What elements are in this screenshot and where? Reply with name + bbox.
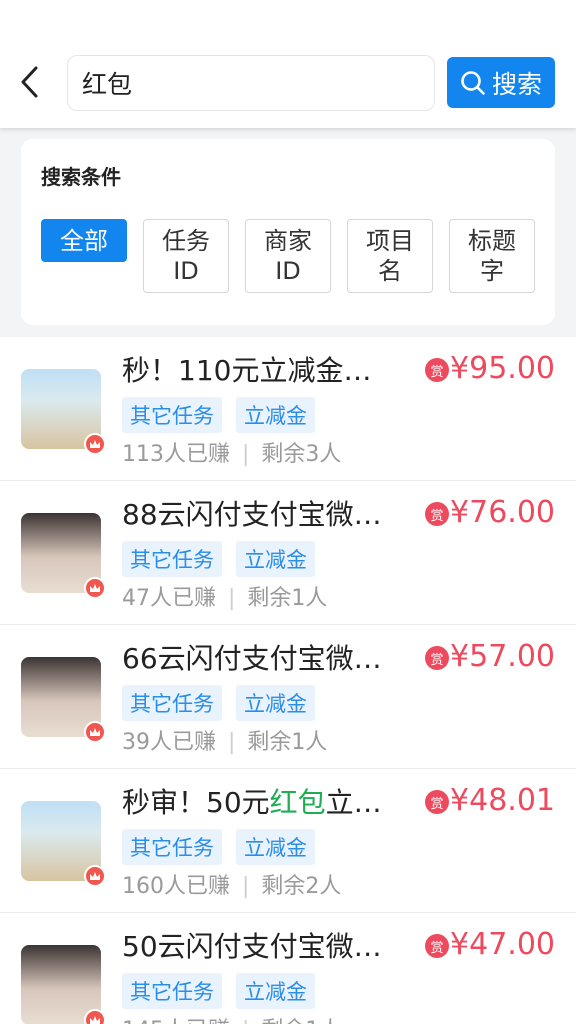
chevron-left-icon [21, 66, 38, 98]
reward-badge: 赏 [425, 646, 449, 670]
back-button[interactable] [14, 62, 46, 102]
task-stats: 39人已赚 | 剩余1人 [122, 730, 328, 755]
task-remaining-count: 剩余1人 [261, 1018, 341, 1024]
task-remaining-count: 剩余3人 [261, 442, 342, 467]
task-title: 66云闪付支付宝微… [122, 642, 382, 675]
search-conditions-card: 搜索条件 全部 任务 ID 商家 ID 项目名 标题字 [21, 139, 555, 325]
task-tag-type: 立减金 [236, 973, 315, 1009]
task-title: 秒！110元立减金… [122, 354, 372, 387]
task-title: 88云闪付支付宝微… [122, 498, 382, 531]
task-reward-price: ¥48.01 [450, 783, 555, 818]
task-reward-price: ¥57.00 [450, 639, 555, 674]
task-tag-category: 其它任务 [122, 829, 222, 865]
task-reward-price: ¥95.00 [450, 351, 555, 386]
task-list-item[interactable]: 66云闪付支付宝微… 其它任务 立减金 39人已赚 | 剩余1人 赏 ¥57.00 [0, 625, 576, 769]
search-conditions-title: 搜索条件 [41, 165, 121, 189]
reward-badge: 赏 [425, 934, 449, 958]
filter-chip-merchant-id[interactable]: 商家 ID [245, 219, 331, 293]
search-button[interactable]: 搜索 [447, 57, 555, 108]
task-stats: 160人已赚 | 剩余2人 [122, 874, 342, 899]
task-list-item[interactable]: 秒！110元立减金… 其它任务 立减金 113人已赚 | 剩余3人 赏 ¥95.00 [0, 337, 576, 481]
task-earned-count: 39人已赚 [122, 730, 216, 755]
task-tag-type: 立减金 [236, 685, 315, 721]
task-reward-price: ¥76.00 [450, 495, 555, 530]
task-title: 50云闪付支付宝微… [122, 930, 382, 963]
crown-icon [84, 1009, 106, 1024]
filter-chip-all[interactable]: 全部 [41, 219, 127, 262]
task-earned-count: 145人已赚 [122, 1018, 230, 1024]
search-input-value: 红包 [82, 70, 133, 99]
task-tag-category: 其它任务 [122, 685, 222, 721]
task-reward-price: ¥47.00 [450, 927, 555, 962]
task-tag-category: 其它任务 [122, 973, 222, 1009]
task-list: 秒！110元立减金… 其它任务 立减金 113人已赚 | 剩余3人 赏 ¥95.00… [0, 337, 576, 1024]
task-list-item[interactable]: 88云闪付支付宝微… 其它任务 立减金 47人已赚 | 剩余1人 赏 ¥76.00 [0, 481, 576, 625]
task-remaining-count: 剩余2人 [261, 874, 342, 899]
search-input[interactable]: 红包 [67, 55, 435, 111]
task-earned-count: 160人已赚 [122, 874, 230, 899]
top-bar: 红包 搜索 [0, 0, 576, 128]
task-remaining-count: 剩余1人 [247, 730, 328, 755]
reward-badge: 赏 [425, 358, 449, 382]
task-tag-category: 其它任务 [122, 541, 222, 577]
crown-icon [84, 721, 106, 743]
search-icon [461, 70, 485, 95]
task-earned-count: 47人已赚 [122, 586, 216, 611]
task-earned-count: 113人已赚 [122, 442, 230, 467]
task-stats: 113人已赚 | 剩余3人 [122, 442, 342, 467]
task-list-item[interactable]: 秒审！50元红包立… 其它任务 立减金 160人已赚 | 剩余2人 赏 ¥48.01 [0, 769, 576, 913]
reward-badge: 赏 [425, 790, 449, 814]
task-list-item[interactable]: 50云闪付支付宝微… 其它任务 立减金 145人已赚|剩余1人 赏 ¥47.00 [0, 913, 576, 1024]
reward-badge: 赏 [425, 502, 449, 526]
task-tag-type: 立减金 [236, 541, 315, 577]
crown-icon [84, 433, 106, 455]
filter-chip-project-name[interactable]: 项目名 [347, 219, 433, 293]
task-remaining-count: 剩余1人 [247, 586, 328, 611]
filter-chip-title-keyword[interactable]: 标题字 [449, 219, 535, 293]
task-stats: 47人已赚 | 剩余1人 [122, 586, 328, 611]
task-tag-type: 立减金 [236, 397, 315, 433]
crown-icon [84, 865, 106, 887]
task-stats: 145人已赚|剩余1人 [122, 1015, 341, 1024]
search-button-label: 搜索 [491, 69, 542, 99]
task-tag-category: 其它任务 [122, 397, 222, 433]
task-tag-type: 立减金 [236, 829, 315, 865]
crown-icon [84, 577, 106, 599]
task-title: 秒审！50元红包立… [122, 786, 382, 819]
filter-chip-task-id[interactable]: 任务 ID [143, 219, 229, 293]
